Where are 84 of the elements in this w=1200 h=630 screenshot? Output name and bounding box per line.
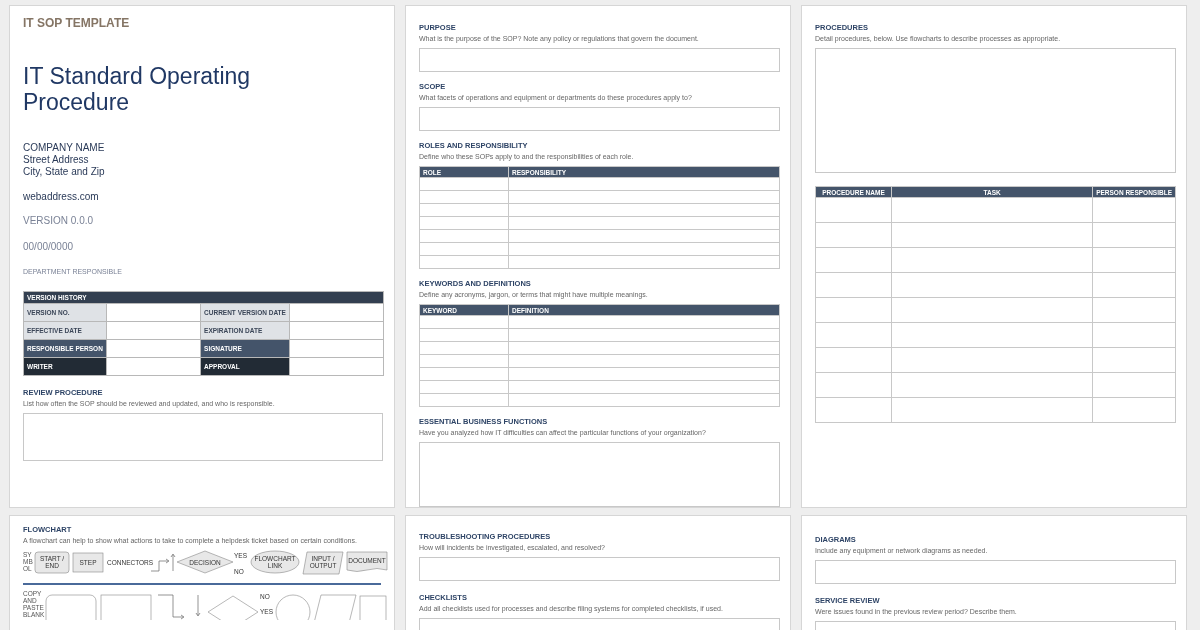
table-cell[interactable] xyxy=(1092,247,1176,273)
text-box[interactable] xyxy=(419,107,780,131)
table-cell[interactable] xyxy=(1092,397,1176,423)
company-info: City, State and Zip xyxy=(23,166,106,178)
table-cell[interactable] xyxy=(891,247,1093,273)
table-cell[interactable] xyxy=(419,216,509,230)
table-cell[interactable] xyxy=(508,177,780,191)
value-cell[interactable] xyxy=(289,303,384,322)
value-cell[interactable] xyxy=(106,357,201,376)
table-cell[interactable] xyxy=(508,255,780,269)
table-cell[interactable] xyxy=(1092,347,1176,373)
table-cell[interactable] xyxy=(419,354,509,368)
table-cell[interactable] xyxy=(891,372,1093,398)
value-cell[interactable] xyxy=(289,321,384,340)
blank-terminal-shape xyxy=(45,594,97,620)
blank-link-shape xyxy=(275,594,311,620)
date-text: 00/00/0000 xyxy=(23,241,75,252)
value-cell[interactable] xyxy=(106,303,201,322)
document-title: IT Standard Operating Procedure xyxy=(23,63,252,115)
table-cell[interactable] xyxy=(508,367,780,381)
website-text: webaddress.com xyxy=(23,191,100,202)
table-cell[interactable] xyxy=(815,397,892,423)
text-box[interactable] xyxy=(815,560,1176,584)
table-cell[interactable] xyxy=(815,372,892,398)
table-cell[interactable] xyxy=(891,197,1093,223)
value-cell[interactable] xyxy=(289,357,384,376)
table-cell[interactable] xyxy=(508,216,780,230)
table-cell[interactable] xyxy=(891,322,1093,348)
value-cell[interactable] xyxy=(289,339,384,358)
text-box[interactable] xyxy=(419,48,780,72)
table-cell[interactable] xyxy=(1092,272,1176,298)
table-cell[interactable] xyxy=(508,242,780,256)
table-cell[interactable] xyxy=(508,203,780,217)
table-cell[interactable] xyxy=(508,315,780,329)
table-cell[interactable] xyxy=(508,380,780,394)
table-cell[interactable] xyxy=(419,367,509,381)
text-box[interactable] xyxy=(419,442,780,507)
table-cell[interactable] xyxy=(815,272,892,298)
table-cell[interactable] xyxy=(1092,197,1176,223)
connector-arrows-icon xyxy=(157,594,201,620)
blank-step-shape xyxy=(100,594,152,620)
table-cell[interactable] xyxy=(1092,322,1176,348)
value-cell[interactable] xyxy=(106,339,201,358)
table-cell[interactable] xyxy=(815,322,892,348)
company-info: Street Address xyxy=(23,154,90,166)
table-cell[interactable] xyxy=(419,315,509,329)
text-box[interactable] xyxy=(815,48,1176,173)
blank-document-shape xyxy=(359,595,387,620)
table-cell[interactable] xyxy=(419,393,509,407)
table-cell[interactable] xyxy=(815,347,892,373)
table-cell[interactable] xyxy=(891,272,1093,298)
table-cell[interactable] xyxy=(891,297,1093,323)
table-cell[interactable] xyxy=(815,222,892,248)
table-cell[interactable] xyxy=(419,242,509,256)
table-cell[interactable] xyxy=(891,347,1093,373)
table-cell[interactable] xyxy=(891,222,1093,248)
text-box[interactable] xyxy=(23,413,383,461)
table-cell[interactable] xyxy=(419,177,509,191)
version-text: VERSION 0.0.0 xyxy=(23,215,95,226)
table-cell[interactable] xyxy=(815,247,892,273)
table-cell[interactable] xyxy=(508,328,780,342)
table-cell[interactable] xyxy=(1092,297,1176,323)
table-cell[interactable] xyxy=(508,190,780,204)
table-cell[interactable] xyxy=(815,297,892,323)
table-cell[interactable] xyxy=(508,229,780,243)
text-box[interactable] xyxy=(419,557,780,581)
table-cell[interactable] xyxy=(1092,372,1176,398)
blank-decision-shape xyxy=(207,595,259,620)
table-cell[interactable] xyxy=(419,341,509,355)
company-info: COMPANY NAME xyxy=(23,142,106,154)
table-cell[interactable] xyxy=(815,197,892,223)
template-label: IT SOP TEMPLATE xyxy=(23,16,131,30)
table-cell[interactable] xyxy=(508,393,780,407)
table-cell[interactable] xyxy=(508,354,780,368)
table-cell[interactable] xyxy=(419,203,509,217)
table-cell[interactable] xyxy=(419,328,509,342)
table-cell[interactable] xyxy=(419,190,509,204)
value-cell[interactable] xyxy=(106,321,201,340)
table-cell[interactable] xyxy=(1092,222,1176,248)
table-cell[interactable] xyxy=(419,255,509,269)
table-cell[interactable] xyxy=(419,229,509,243)
table-cell[interactable] xyxy=(891,397,1093,423)
table-cell[interactable] xyxy=(508,341,780,355)
table-cell[interactable] xyxy=(419,380,509,394)
